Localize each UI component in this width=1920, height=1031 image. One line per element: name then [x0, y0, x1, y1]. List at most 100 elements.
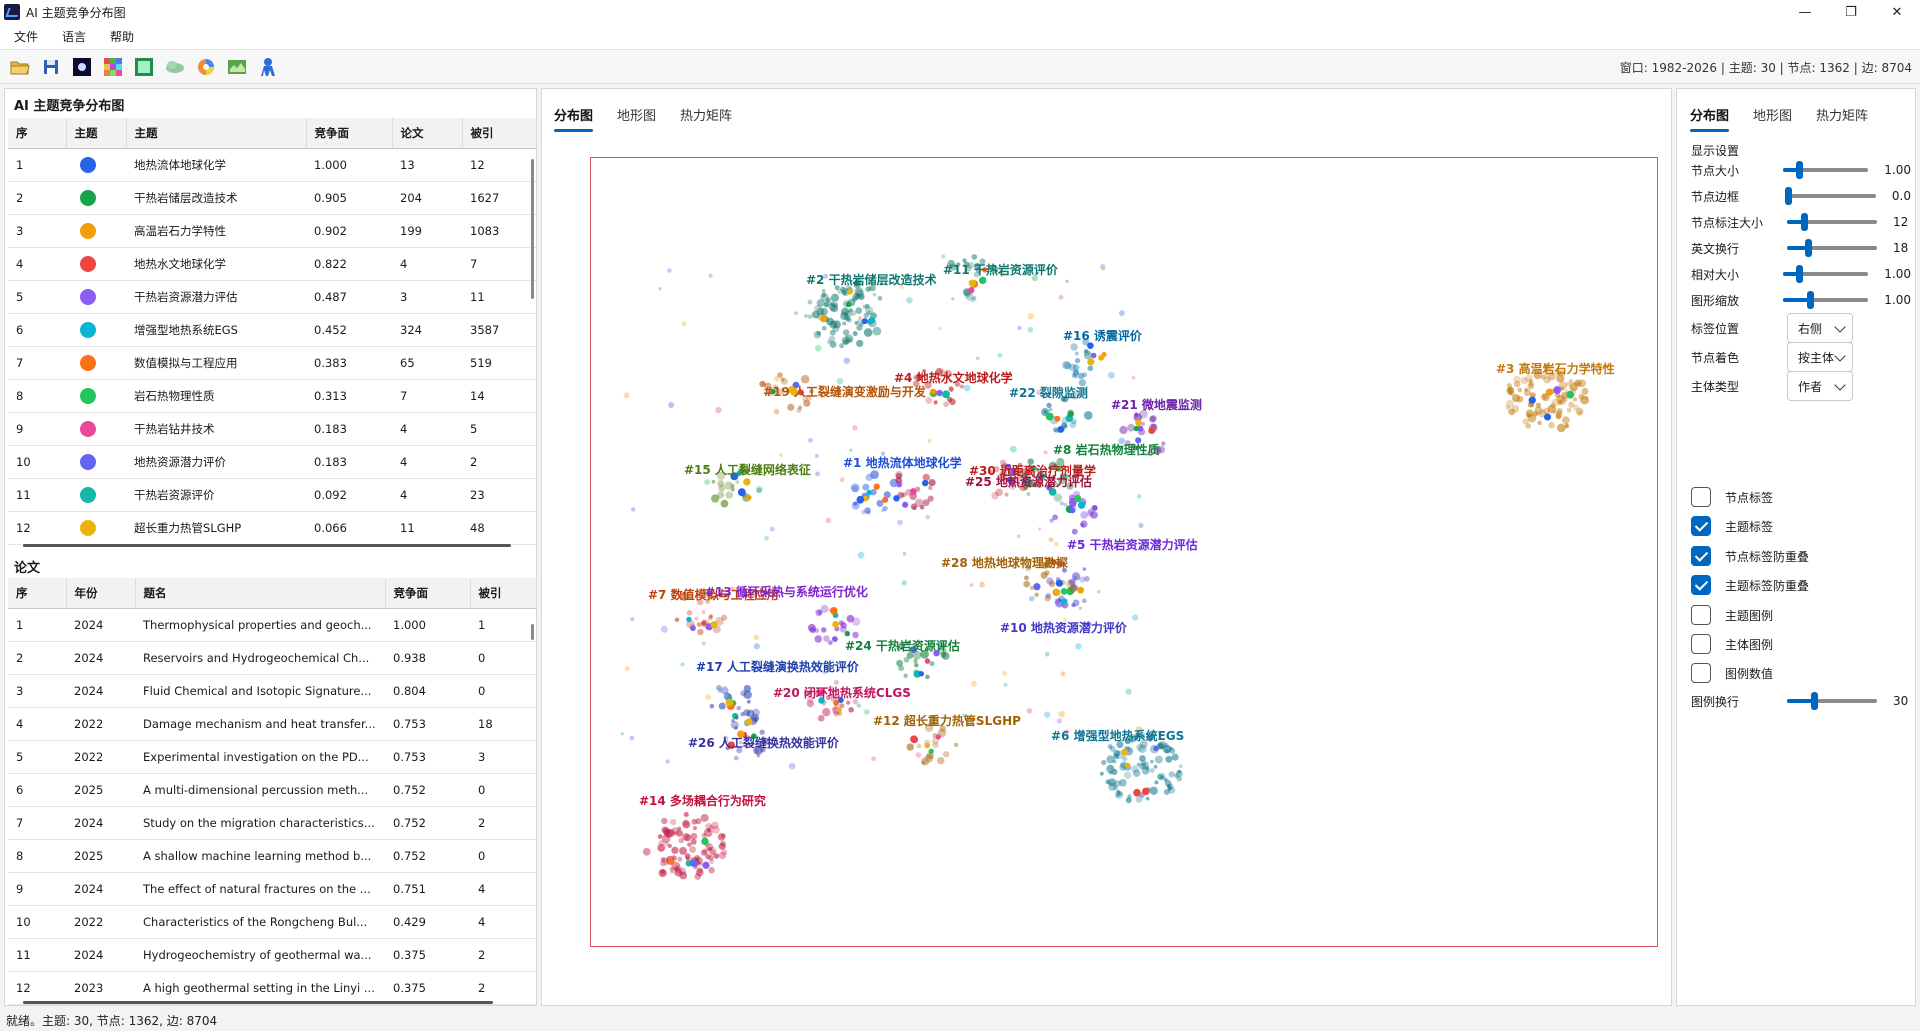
- map-node[interactable]: [1054, 541, 1059, 547]
- save-icon[interactable]: [37, 53, 65, 81]
- map-node[interactable]: [836, 707, 842, 713]
- map-node[interactable]: [1575, 407, 1584, 416]
- map-node[interactable]: [1082, 598, 1087, 603]
- map-node[interactable]: [849, 448, 853, 452]
- map-node[interactable]: [1049, 518, 1054, 523]
- map-node[interactable]: [897, 519, 903, 526]
- slider-thumb[interactable]: [1804, 239, 1812, 257]
- map-node[interactable]: [1048, 407, 1053, 412]
- map-node[interactable]: [794, 311, 798, 316]
- map-node[interactable]: [893, 495, 900, 502]
- map-node[interactable]: [807, 438, 813, 443]
- map-node[interactable]: [1537, 420, 1542, 426]
- map-node[interactable]: [826, 339, 832, 345]
- map-node[interactable]: [1078, 606, 1083, 610]
- col-score[interactable]: 竞争面: [385, 578, 471, 609]
- map-node[interactable]: [687, 842, 692, 847]
- topic-label[interactable]: #3 高温岩石力学特性: [1496, 361, 1615, 376]
- map-node[interactable]: [948, 386, 954, 391]
- map-node[interactable]: [1119, 425, 1128, 435]
- topic-label[interactable]: #12 超长重力热管SLGHP: [873, 713, 1021, 728]
- relative-size-slider[interactable]: [1782, 265, 1869, 283]
- map-node[interactable]: [677, 856, 683, 862]
- map-node[interactable]: [843, 314, 851, 321]
- map-node[interactable]: [937, 756, 945, 765]
- map-node[interactable]: [700, 813, 709, 822]
- map-node[interactable]: [1065, 279, 1069, 284]
- map-node[interactable]: [814, 344, 822, 352]
- map-node[interactable]: [1068, 363, 1077, 372]
- map-node[interactable]: [753, 716, 759, 722]
- map-node[interactable]: [1044, 711, 1051, 718]
- map-node[interactable]: [1581, 387, 1589, 395]
- topic-legend-checkbox-row[interactable]: 主题图例: [1691, 605, 1773, 625]
- map-node[interactable]: [1054, 597, 1062, 605]
- map-node[interactable]: [1079, 576, 1086, 583]
- map-node[interactable]: [866, 310, 872, 315]
- map-node[interactable]: [930, 388, 936, 394]
- map-node[interactable]: [928, 485, 933, 491]
- map-node[interactable]: [1561, 416, 1570, 425]
- map-node[interactable]: [1017, 325, 1022, 331]
- map-node[interactable]: [753, 643, 760, 650]
- map-node[interactable]: [1133, 425, 1139, 432]
- map-node[interactable]: [721, 614, 728, 621]
- map-node[interactable]: [951, 297, 955, 301]
- map-node[interactable]: [1038, 527, 1042, 531]
- map-node[interactable]: [1523, 388, 1532, 397]
- map-node[interactable]: [720, 833, 726, 839]
- map-node[interactable]: [668, 401, 675, 408]
- map-node[interactable]: [856, 703, 862, 708]
- map-node[interactable]: [1054, 415, 1061, 422]
- table-row[interactable]: 2 干热岩储层改造技术 0.905 204 1627: [8, 181, 536, 215]
- map-node[interactable]: [696, 622, 702, 627]
- map-node[interactable]: [909, 488, 917, 495]
- map-node[interactable]: [1024, 575, 1029, 581]
- map-node[interactable]: [746, 699, 751, 704]
- map-node[interactable]: [1026, 708, 1033, 714]
- topic-label[interactable]: #28 地热地球物理勘探: [941, 555, 1068, 570]
- topic-label[interactable]: #8 岩石热物理性质: [1053, 442, 1160, 457]
- map-node[interactable]: [852, 631, 859, 639]
- map-node[interactable]: [800, 374, 810, 384]
- map-node[interactable]: [1059, 501, 1064, 506]
- map-node[interactable]: [1027, 326, 1034, 333]
- map-node[interactable]: [856, 339, 864, 348]
- map-node[interactable]: [901, 492, 907, 498]
- map-node[interactable]: [736, 705, 741, 711]
- map-node[interactable]: [825, 297, 831, 303]
- node-labels-checkbox-row[interactable]: 节点标签: [1691, 487, 1773, 507]
- map-node[interactable]: [705, 853, 711, 860]
- map-node[interactable]: [821, 325, 827, 331]
- map-node[interactable]: [1058, 710, 1065, 718]
- topic-distribution-map[interactable]: #1 地热流体地球化学 #2 干热岩储层改造技术 #3 高温岩石力学特性 #4 地热水…: [590, 157, 1658, 947]
- map-node[interactable]: [814, 454, 819, 458]
- map-node[interactable]: [670, 869, 674, 874]
- map-node[interactable]: [671, 846, 679, 854]
- map-node[interactable]: [827, 639, 833, 646]
- topic-label[interactable]: #15 人工裂缝网络表征: [684, 462, 811, 477]
- map-node[interactable]: [1149, 768, 1155, 773]
- table-row[interactable]: 11 2024 Hydrogeochemistry of geothermal wa…: [8, 938, 536, 972]
- map-node[interactable]: [1513, 380, 1521, 388]
- map-node[interactable]: [1087, 342, 1094, 349]
- table-row[interactable]: 8 岩石热物理性质 0.313 7 14: [8, 379, 536, 413]
- map-node[interactable]: [921, 760, 926, 765]
- map-node[interactable]: [873, 483, 880, 490]
- menu-language[interactable]: 语言: [50, 28, 98, 45]
- map-node[interactable]: [1168, 771, 1175, 778]
- map-node[interactable]: [1074, 494, 1082, 503]
- map-node[interactable]: [821, 288, 826, 293]
- map-node[interactable]: [1548, 421, 1555, 429]
- map-node[interactable]: [1153, 764, 1158, 769]
- map-node[interactable]: [1099, 771, 1104, 776]
- map-node[interactable]: [927, 495, 934, 502]
- topic-labels-checkbox-row[interactable]: 主题标签: [1691, 516, 1773, 536]
- topic-cluster[interactable]: [804, 279, 883, 349]
- map-node[interactable]: [807, 314, 813, 319]
- map-node[interactable]: [817, 714, 825, 722]
- entity-legend-checkbox-row[interactable]: 主体图例: [1691, 634, 1773, 654]
- map-node[interactable]: [680, 662, 685, 667]
- map-node[interactable]: [1527, 413, 1537, 423]
- map-node[interactable]: [836, 377, 844, 385]
